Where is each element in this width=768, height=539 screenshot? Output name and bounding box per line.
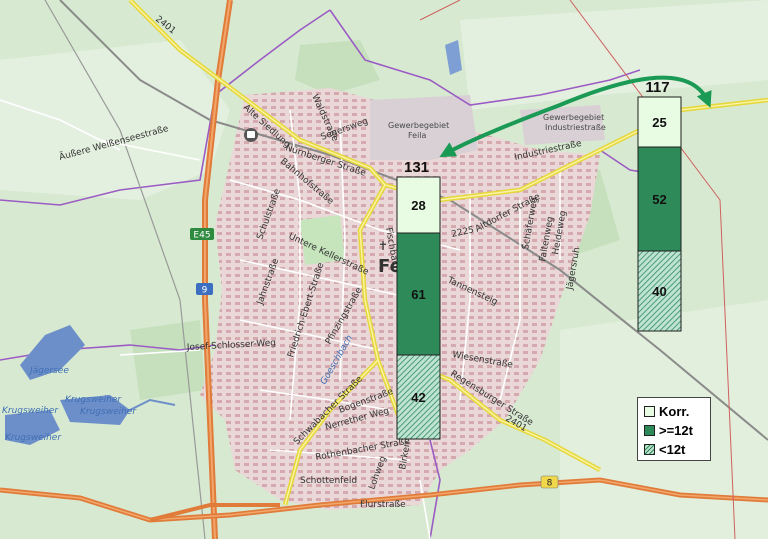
road-number-b8: 8 bbox=[547, 479, 553, 489]
train-station-icon-glyph bbox=[247, 131, 255, 138]
legend-label-light: <12t bbox=[659, 442, 686, 457]
bar-total-label-0: 131 bbox=[404, 159, 429, 176]
legend-item-light: <12t bbox=[644, 440, 704, 459]
legend-item-heavy: >=12t bbox=[644, 421, 704, 440]
road-number-e45: E45 bbox=[193, 231, 210, 241]
label-krugsweiher-1: Krugsweiher bbox=[65, 395, 122, 405]
street-schottenfeld: Schottenfeld bbox=[300, 476, 357, 486]
label-krugsweiher-4: Krugsweiher bbox=[5, 433, 62, 443]
label-gewerbe-right-1: Gewerbegebiet bbox=[543, 113, 604, 122]
label-gewerbe-left-1: Gewerbegebiet bbox=[388, 121, 449, 130]
legend-swatch-light bbox=[644, 444, 655, 455]
bar-value-label-1-0: 25 bbox=[652, 115, 666, 130]
bar-value-label-0-0: 28 bbox=[411, 198, 425, 213]
map-stage: E45 9 8 2401 2225 2401 ✝ Gewerbegebiet F… bbox=[0, 0, 768, 539]
legend-swatch-korr bbox=[644, 406, 655, 417]
street-flurstrasse: Flurstraße bbox=[360, 500, 406, 510]
bar-total-label-1: 117 bbox=[645, 79, 669, 96]
legend-label-heavy: >=12t bbox=[659, 423, 693, 438]
legend: Korr. >=12t <12t bbox=[637, 397, 711, 461]
label-gewerbe-right-2: Industriestraße bbox=[545, 123, 606, 132]
bar-value-label-0-1: 61 bbox=[411, 287, 425, 302]
legend-label-korr: Korr. bbox=[659, 404, 690, 419]
label-gewerbe-left-2: Feila bbox=[408, 131, 427, 140]
bar-value-label-1-2: 40 bbox=[652, 284, 666, 299]
label-jaegersee: Jägersee bbox=[28, 366, 69, 376]
bar-value-label-0-2: 42 bbox=[411, 390, 425, 405]
label-krugsweiher-2: Krugsweiher bbox=[80, 407, 137, 417]
legend-item-korr: Korr. bbox=[644, 402, 704, 421]
bar-value-label-1-1: 52 bbox=[652, 192, 666, 207]
legend-swatch-heavy bbox=[644, 425, 655, 436]
label-krugsweiher-3: Krugsweiher bbox=[2, 406, 59, 416]
forest-area bbox=[130, 320, 205, 400]
road-number-a9: 9 bbox=[202, 286, 208, 296]
